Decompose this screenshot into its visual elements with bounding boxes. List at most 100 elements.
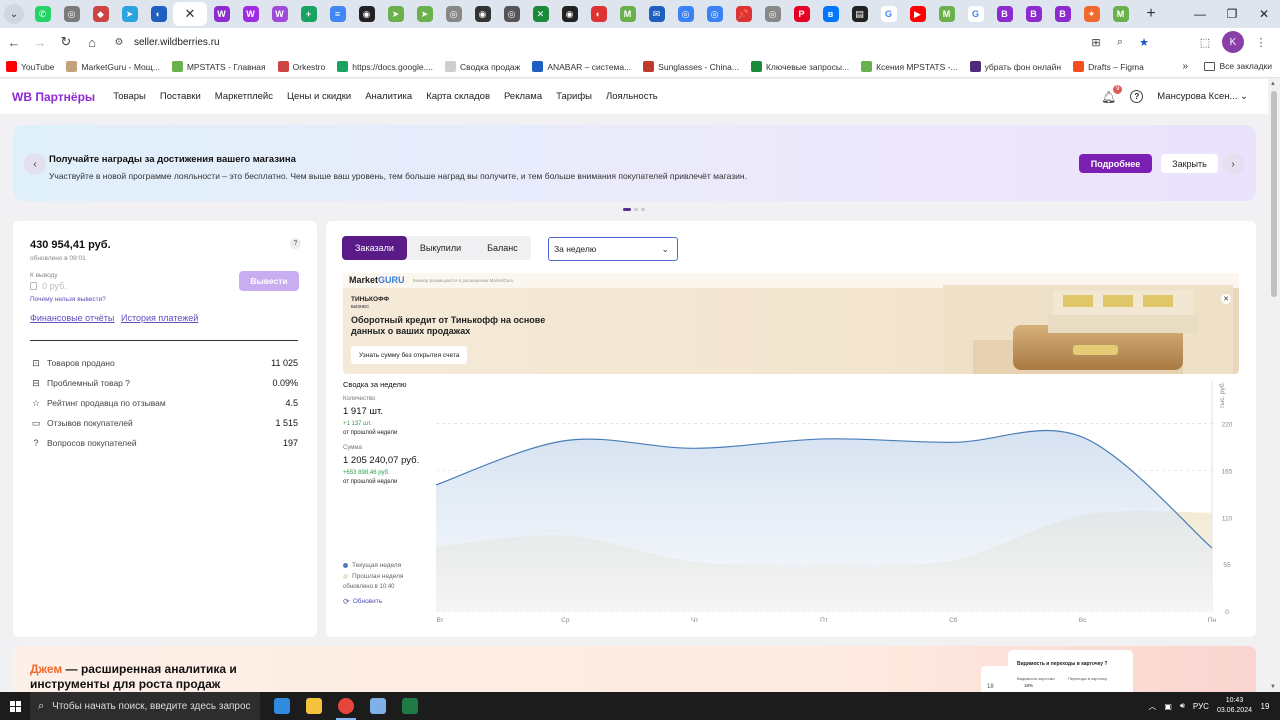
bookmark-item[interactable]: Orkestro <box>277 61 325 72</box>
page-scrollbar[interactable]: ▲ ▼ <box>1268 79 1280 692</box>
reload-icon[interactable]: ↻ <box>54 30 78 54</box>
site-info-icon[interactable]: ⚙ <box>110 33 128 51</box>
taskbar-app[interactable] <box>394 692 426 720</box>
pagination-dot[interactable] <box>623 208 631 211</box>
payment-history-link[interactable]: История платежей <box>121 313 198 323</box>
install-app-icon[interactable]: ⊞ <box>1086 32 1106 52</box>
browser-tab[interactable]: ◉ <box>468 2 497 26</box>
nav-item[interactable]: Цены и скидки <box>287 91 351 102</box>
pagination-dot[interactable] <box>634 208 638 211</box>
bookmark-star-icon[interactable]: ★ <box>1134 32 1154 52</box>
browser-tab[interactable]: В <box>1019 2 1048 26</box>
bookmark-item[interactable]: ANABAR – система... <box>532 61 631 72</box>
tab-search-icon[interactable]: ⌄ <box>4 4 24 24</box>
browser-tab[interactable]: ◎ <box>439 2 468 26</box>
back-icon[interactable]: ← <box>2 30 26 54</box>
active-browser-tab[interactable]: ✕ <box>173 2 207 26</box>
all-bookmarks-button[interactable]: Все закладки <box>1204 61 1272 71</box>
orders-tab[interactable]: Выкупили <box>407 236 474 260</box>
browser-tab[interactable]: 📌 <box>729 2 758 26</box>
bookmark-item[interactable]: Сводка продаж <box>445 61 520 72</box>
volume-icon[interactable]: 🔊︎ <box>1180 701 1185 711</box>
close-tab-icon[interactable]: ✕ <box>185 6 196 22</box>
bookmark-item[interactable]: убрать фон онлайн <box>969 61 1061 72</box>
scroll-down-icon[interactable]: ▼ <box>1270 684 1276 690</box>
banner-more-button[interactable]: Подробнее <box>1079 154 1152 173</box>
banner-close-button[interactable]: Закрыть <box>1161 154 1218 173</box>
network-icon[interactable]: ▣ <box>1164 702 1172 711</box>
browser-tab[interactable]: W <box>236 2 265 26</box>
browser-tab[interactable]: ▤ <box>845 2 874 26</box>
browser-tab[interactable]: В <box>990 2 1019 26</box>
browser-tab[interactable]: M <box>1106 2 1135 26</box>
ad-cta-button[interactable]: Узнать сумму без открытия счета <box>351 346 468 364</box>
user-menu[interactable]: Мансурова Ксен... ⌄ <box>1157 91 1248 102</box>
taskbar-search[interactable]: ⌕ Чтобы начать поиск, введите здесь запр… <box>30 692 260 720</box>
bookmark-item[interactable]: Drafts – Figma <box>1073 61 1144 72</box>
browser-tab[interactable]: ▶ <box>903 2 932 26</box>
forward-icon[interactable]: → <box>28 30 52 54</box>
browser-tab[interactable]: ➤ <box>115 2 144 26</box>
browser-tab[interactable]: G <box>874 2 903 26</box>
browser-tab[interactable]: ◎ <box>700 2 729 26</box>
nav-item[interactable]: Тарифы <box>556 91 592 102</box>
close-window-icon[interactable]: ✕ <box>1248 0 1280 28</box>
browser-tab[interactable]: ◐ <box>584 2 613 26</box>
nav-item[interactable]: Аналитика <box>365 91 412 102</box>
nav-item[interactable]: Маркетплейс <box>215 91 273 102</box>
browser-tab[interactable]: ➤ <box>410 2 439 26</box>
extensions-icon[interactable]: ⬚ <box>1194 31 1216 53</box>
balance-help-icon[interactable]: ? <box>290 238 301 249</box>
zoom-icon[interactable]: ⌕ <box>1110 32 1130 52</box>
why-cannot-withdraw-link[interactable]: Почему нельзя вывести? <box>30 296 106 303</box>
browser-tab[interactable]: + <box>294 2 323 26</box>
browser-tab[interactable]: В <box>1048 2 1077 26</box>
taskbar-app[interactable] <box>266 692 298 720</box>
browser-tab[interactable]: M <box>613 2 642 26</box>
browser-tab[interactable]: ✆ <box>28 2 57 26</box>
help-icon[interactable]: ? <box>1130 90 1144 103</box>
browser-tab[interactable]: W <box>265 2 294 26</box>
browser-tab[interactable]: ◆ <box>86 2 115 26</box>
notifications-bell-icon[interactable]: 🔔︎ 9 <box>1101 84 1123 104</box>
browser-tab[interactable]: ◎ <box>758 2 787 26</box>
restore-icon[interactable]: ❐ <box>1216 0 1248 28</box>
address-bar[interactable]: ⚙ seller.wildberries.ru ⊞ ⌕ ★ <box>104 30 1154 54</box>
browser-tab[interactable]: ≡ <box>323 2 352 26</box>
start-button[interactable] <box>0 692 30 720</box>
withdraw-button[interactable]: Вывести <box>239 271 299 291</box>
nav-item[interactable]: Поставки <box>160 91 201 102</box>
pagination-dot[interactable] <box>641 208 645 211</box>
browser-tab[interactable]: W <box>207 2 236 26</box>
minimize-icon[interactable]: — <box>1184 0 1216 28</box>
language-indicator[interactable]: РУС <box>1193 702 1209 711</box>
orders-tab[interactable]: Заказали <box>342 236 407 260</box>
home-icon[interactable]: ⌂ <box>80 30 104 54</box>
browser-tab[interactable]: ◉ <box>555 2 584 26</box>
scroll-thumb[interactable] <box>1271 91 1277 297</box>
bookmark-item[interactable]: MarketGuru - Мощ... <box>66 61 160 72</box>
refresh-button[interactable]: ⟳ Обновить <box>343 597 382 606</box>
browser-tab[interactable]: G <box>961 2 990 26</box>
banner-next-icon[interactable]: › <box>1222 153 1244 175</box>
bookmarks-overflow-icon[interactable]: » <box>1182 61 1188 72</box>
browser-tab[interactable]: P <box>787 2 816 26</box>
browser-tab[interactable]: ◐ <box>144 2 173 26</box>
scroll-up-icon[interactable]: ▲ <box>1270 81 1276 87</box>
browser-tab[interactable]: ✉ <box>642 2 671 26</box>
bookmark-item[interactable]: YouTube <box>6 61 54 72</box>
nav-item[interactable]: Товары <box>113 91 146 102</box>
bookmark-item[interactable]: Ксения MPSTATS -... <box>861 61 958 72</box>
bookmark-item[interactable]: Sunglasses - China... <box>643 61 739 72</box>
clock[interactable]: 10:43 03.06.2024 <box>1217 696 1252 716</box>
new-tab-button[interactable]: + <box>1139 2 1163 26</box>
nav-item[interactable]: Карта складов <box>426 91 490 102</box>
bookmark-item[interactable]: Ключевые запросы... <box>750 61 849 72</box>
tray-chevron-icon[interactable]: ︿ <box>1148 701 1156 712</box>
taskbar-app[interactable] <box>330 692 362 720</box>
nav-item[interactable]: Реклама <box>504 91 542 102</box>
notification-center-icon[interactable]: 19 <box>1258 692 1280 720</box>
nav-item[interactable]: Лояльность <box>606 91 658 102</box>
browser-tab[interactable]: ◎ <box>671 2 700 26</box>
profile-avatar[interactable]: K <box>1222 31 1244 53</box>
